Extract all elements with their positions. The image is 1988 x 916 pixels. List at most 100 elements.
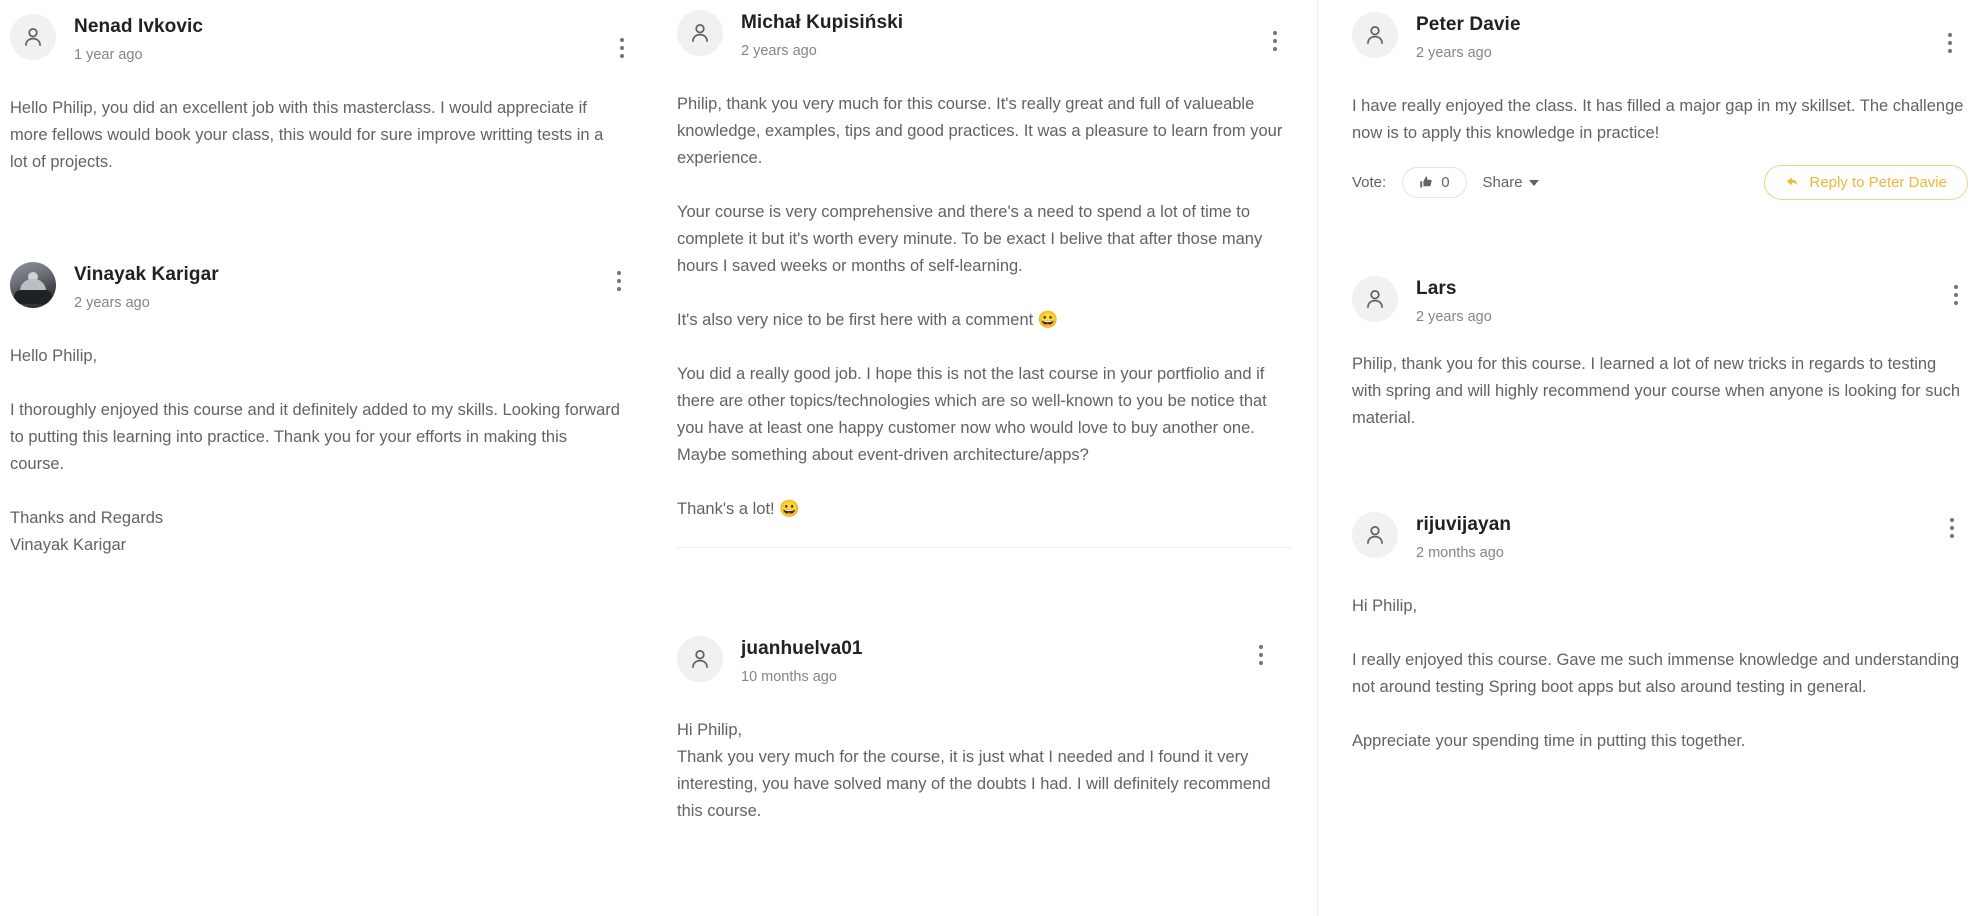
kebab-dot <box>617 271 621 275</box>
comment-header: juanhuelva01 10 months ago <box>677 636 1291 687</box>
comment-author-name: Nenad Ivkovic <box>74 16 204 37</box>
comment-header: Nenad Ivkovic 1 year ago <box>10 14 625 65</box>
kebab-dot <box>1954 293 1958 297</box>
share-label: Share <box>1482 174 1523 191</box>
comment-author-name: Michał Kupisiński <box>741 12 904 33</box>
more-vertical-icon[interactable] <box>1944 281 1968 309</box>
more-vertical-icon[interactable] <box>1938 29 1962 57</box>
kebab-dot <box>1954 301 1958 305</box>
avatar <box>1352 276 1398 322</box>
kebab-dot <box>1948 41 1952 45</box>
comment-paragraph: I have really enjoyed the class. It has … <box>1352 97 1964 142</box>
comment-body: I have really enjoyed the class. It has … <box>1352 93 1968 147</box>
comment-paragraph: I thoroughly enjoyed this course and it … <box>10 401 620 473</box>
comments-column-right: Peter Davie 2 years ago I have really en… <box>1318 0 1988 916</box>
kebab-dot <box>1259 653 1263 657</box>
vote-label: Vote: <box>1352 174 1387 191</box>
kebab-dot <box>1954 285 1958 289</box>
comment-card: Lars 2 years ago Philip, thank you for t… <box>1352 276 1968 432</box>
comment-paragraph: I really enjoyed this course. Gave me su… <box>1352 651 1960 696</box>
kebab-dot <box>1273 31 1277 35</box>
kebab-dot <box>1259 645 1263 649</box>
kebab-dot <box>1259 661 1263 665</box>
kebab-dot <box>1273 47 1277 51</box>
kebab-dot <box>617 287 621 291</box>
comment-header: Peter Davie 2 years ago <box>1352 12 1968 63</box>
more-vertical-icon[interactable] <box>1249 641 1273 669</box>
comment-timestamp: 2 months ago <box>1416 545 1504 561</box>
avatar <box>677 10 723 56</box>
avatar <box>10 262 56 308</box>
comment-author-name: rijuvijayan <box>1416 514 1512 535</box>
comment-header: Lars 2 years ago <box>1352 276 1968 327</box>
comment-paragraph: It's also very nice to be first here wit… <box>677 311 1059 329</box>
avatar <box>1352 12 1398 58</box>
kebab-dot <box>1950 518 1954 522</box>
comment-paragraph: Thank's a lot! 😀 <box>677 500 800 518</box>
comment-meta: Nenad Ivkovic 1 year ago <box>74 14 203 65</box>
comment-paragraph: Hi Philip, <box>1352 597 1418 615</box>
kebab-dot <box>620 46 624 50</box>
comment-timestamp: 10 months ago <box>741 669 837 685</box>
kebab-dot <box>620 54 624 58</box>
comment-meta: Michał Kupisiński 2 years ago <box>741 10 903 61</box>
comment-author-name: Vinayak Karigar <box>74 264 219 285</box>
vote-up-button[interactable]: 0 <box>1402 167 1467 198</box>
comments-column-middle: Michał Kupisiński 2 years ago Philip, th… <box>655 0 1318 916</box>
comment-card: Nenad Ivkovic 1 year ago Hello Philip, y… <box>10 14 625 176</box>
person-avatar-icon <box>692 24 708 42</box>
comment-paragraph: Thank you very much for the course, it i… <box>677 748 1271 820</box>
comment-body: Hi Philip, I really enjoyed this course.… <box>1352 593 1968 755</box>
comment-paragraph: Vinayak Karigar <box>10 536 127 554</box>
comment-card: juanhuelva01 10 months ago Hi Philip, Th… <box>677 636 1291 825</box>
avatar-photo-legs <box>14 290 52 304</box>
kebab-dot <box>1273 39 1277 43</box>
comment-timestamp: 2 years ago <box>74 295 150 311</box>
comment-card: rijuvijayan 2 months ago Hi Philip, I re… <box>1352 512 1968 755</box>
comment-paragraph: You did a really good job. I hope this i… <box>677 365 1267 464</box>
comments-column-left: Nenad Ivkovic 1 year ago Hello Philip, y… <box>0 0 655 916</box>
share-button[interactable]: Share <box>1483 174 1539 191</box>
comment-paragraph: Appreciate your spending time in putting… <box>1352 732 1746 750</box>
thumbs-up-icon <box>1420 176 1432 188</box>
kebab-dot <box>1948 33 1952 37</box>
comment-meta: Peter Davie 2 years ago <box>1416 12 1521 63</box>
avatar <box>1352 512 1398 558</box>
comment-timestamp: 2 years ago <box>1416 309 1492 325</box>
person-avatar-icon <box>692 650 708 668</box>
person-avatar-icon <box>25 28 41 46</box>
avatar <box>10 14 56 60</box>
person-avatar-icon <box>1367 290 1383 308</box>
vote-count: 0 <box>1441 174 1450 191</box>
comment-paragraph: Hello Philip, <box>10 347 98 365</box>
comment-card: Peter Davie 2 years ago I have really en… <box>1352 12 1968 200</box>
kebab-dot <box>1950 526 1954 530</box>
comment-author-name: Lars <box>1416 278 1457 299</box>
kebab-dot <box>1948 49 1952 53</box>
comment-header: rijuvijayan 2 months ago <box>1352 512 1968 563</box>
comment-body: Philip, thank you for this course. I lea… <box>1352 351 1968 432</box>
comment-timestamp: 1 year ago <box>74 47 143 63</box>
more-vertical-icon[interactable] <box>1940 514 1964 542</box>
comment-divider <box>677 547 1291 548</box>
comment-meta: Lars 2 years ago <box>1416 276 1492 327</box>
comment-body: Hello Philip, I thoroughly enjoyed this … <box>10 343 625 559</box>
reply-button[interactable]: Reply to Peter Davie <box>1764 165 1968 200</box>
comment-card: Michał Kupisiński 2 years ago Philip, th… <box>677 10 1291 523</box>
comment-body: Hi Philip, Thank you very much for the c… <box>677 717 1291 825</box>
comment-meta: juanhuelva01 10 months ago <box>741 636 863 687</box>
more-vertical-icon[interactable] <box>607 267 631 295</box>
avatar <box>677 636 723 682</box>
kebab-dot <box>1950 534 1954 538</box>
reviews-board: Nenad Ivkovic 1 year ago Hello Philip, y… <box>0 0 1988 916</box>
comment-paragraph: Philip, thank you very much for this cou… <box>677 95 1283 167</box>
comment-paragraph: Thanks and Regards <box>10 509 164 527</box>
more-vertical-icon[interactable] <box>1263 27 1287 55</box>
comment-author-name: Peter Davie <box>1416 14 1521 35</box>
comment-actions: Vote: 0 Share Reply to Peter Davie <box>1352 165 1968 200</box>
person-avatar-icon <box>1367 526 1383 544</box>
comment-meta: rijuvijayan 2 months ago <box>1416 512 1511 563</box>
more-vertical-icon[interactable] <box>610 34 634 62</box>
kebab-dot <box>617 279 621 283</box>
comment-header: Michał Kupisiński 2 years ago <box>677 10 1291 61</box>
